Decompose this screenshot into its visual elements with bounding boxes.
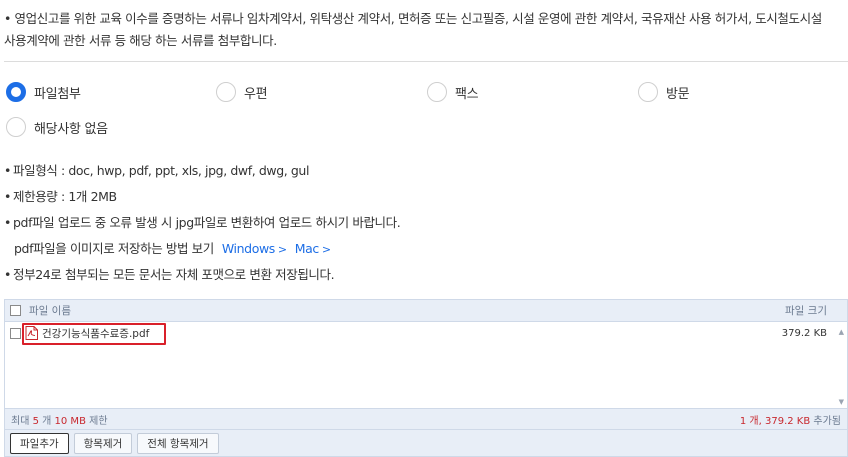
upload-summary-text: 1 개, 379.2 KB 추가됨 xyxy=(740,412,841,427)
remove-all-button[interactable]: 전체 항목제거 xyxy=(137,432,219,454)
radio-label-file-attach: 파일첨부 xyxy=(34,86,81,102)
attachment-instructions: • 영업신고를 위한 교육 이수를 증명하는 서류나 임차계약서, 위탁생산 계… xyxy=(4,8,844,52)
mac-link[interactable]: Mac > xyxy=(295,241,331,256)
note-pdf-howto-text: pdf파일을 이미지로 저장하는 방법 보기 xyxy=(14,241,214,256)
limit-mb: 10 MB xyxy=(54,415,86,427)
upload-notes: • 파일형식 : doc, hwp, pdf, ppt, xls, jpg, dw… xyxy=(4,158,844,288)
section-divider xyxy=(4,61,848,62)
radio-label-mail: 우편 xyxy=(244,86,268,102)
summary-mid: 개, xyxy=(746,415,765,427)
windows-link[interactable]: Windows > xyxy=(222,241,287,256)
limit-suffix: 제한 xyxy=(85,415,108,427)
submission-method-group: 파일첨부 우편 팩스 방문 xyxy=(6,78,690,106)
summary-suffix: 추가됨 xyxy=(810,415,841,427)
scroll-down-icon[interactable]: ▼ xyxy=(839,398,844,406)
radio-label-visit: 방문 xyxy=(666,86,690,102)
remove-item-button[interactable]: 항목제거 xyxy=(73,432,133,454)
note-size-limit-text: 제한용량 : 1개 2MB xyxy=(13,189,117,204)
radio-not-applicable[interactable]: 해당사항 없음 xyxy=(6,113,108,141)
radio-visit[interactable]: 방문 xyxy=(638,78,690,106)
file-upload-table: 파일 이름 파일 크기 건강기능식품수료증.pdf 379.2 KB ▲ ▼ 최… xyxy=(4,299,848,457)
row-checkbox[interactable] xyxy=(10,327,21,339)
radio-unselected-icon[interactable] xyxy=(216,82,236,102)
submission-method-group-row2: 해당사항 없음 xyxy=(6,113,108,141)
scroll-up-icon[interactable]: ▲ xyxy=(839,328,844,336)
radio-label-not-applicable: 해당사항 없음 xyxy=(34,121,108,137)
note-file-types: • 파일형식 : doc, hwp, pdf, ppt, xls, jpg, dw… xyxy=(4,163,310,178)
column-header-size: 파일 크기 xyxy=(785,305,827,317)
file-table-header: 파일 이름 파일 크기 xyxy=(5,300,847,322)
radio-file-attach[interactable]: 파일첨부 xyxy=(6,78,216,106)
note-file-types-text: 파일형식 : doc, hwp, pdf, ppt, xls, jpg, dwf… xyxy=(13,163,310,178)
instructions-line-1: • 영업신고를 위한 교육 이수를 증명하는 서류나 임차계약서, 위탁생산 계… xyxy=(4,11,822,26)
select-all-checkbox[interactable] xyxy=(10,305,21,316)
file-table-footer: 최대 5 개 10 MB 제한 1 개, 379.2 KB 추가됨 xyxy=(5,408,847,429)
limit-mid: 개 xyxy=(38,415,55,427)
radio-fax[interactable]: 팩스 xyxy=(427,78,638,106)
radio-unselected-icon[interactable] xyxy=(638,82,658,102)
note-conversion-text: 정부24로 첨부되는 모든 문서는 자체 포맷으로 변환 저장됩니다. xyxy=(13,267,335,282)
file-list-scrollbar[interactable]: ▲ ▼ xyxy=(833,322,847,408)
chevron-right-icon: > xyxy=(277,243,287,256)
radio-unselected-icon[interactable] xyxy=(6,117,26,137)
note-pdf-error: • pdf파일 업로드 중 오류 발생 시 jpg파일로 변환하여 업로드 하시기… xyxy=(4,215,401,230)
note-size-limit: • 제한용량 : 1개 2MB xyxy=(4,189,117,204)
note-conversion: • 정부24로 첨부되는 모든 문서는 자체 포맷으로 변환 저장됩니다. xyxy=(4,267,335,282)
radio-selected-icon[interactable] xyxy=(6,82,26,102)
summary-size: 379.2 KB xyxy=(764,415,811,427)
chevron-right-icon: > xyxy=(321,243,331,256)
add-file-button[interactable]: 파일추가 xyxy=(10,432,69,454)
file-action-bar: 파일추가 항목제거 전체 항목제거 xyxy=(5,429,847,456)
note-pdf-error-text: pdf파일 업로드 중 오류 발생 시 jpg파일로 변환하여 업로드 하시기 … xyxy=(13,215,401,230)
radio-label-fax: 팩스 xyxy=(455,86,479,102)
file-list: 건강기능식품수료증.pdf 379.2 KB ▲ ▼ xyxy=(5,322,847,408)
radio-mail[interactable]: 우편 xyxy=(216,78,427,106)
file-highlight-box xyxy=(22,323,166,345)
mac-link-label[interactable]: Mac xyxy=(295,241,320,256)
windows-link-label[interactable]: Windows xyxy=(222,241,275,256)
limit-prefix: 최대 xyxy=(11,415,33,427)
radio-unselected-icon[interactable] xyxy=(427,82,447,102)
instructions-line-2: 사용계약에 관한 서류 등 해당 하는 서류를 첨부합니다. xyxy=(4,33,277,48)
note-pdf-howto: pdf파일을 이미지로 저장하는 방법 보기 Windows > Mac > xyxy=(4,236,844,262)
column-header-name: 파일 이름 xyxy=(29,305,71,317)
upload-limit-text: 최대 5 개 10 MB 제한 xyxy=(11,412,740,427)
